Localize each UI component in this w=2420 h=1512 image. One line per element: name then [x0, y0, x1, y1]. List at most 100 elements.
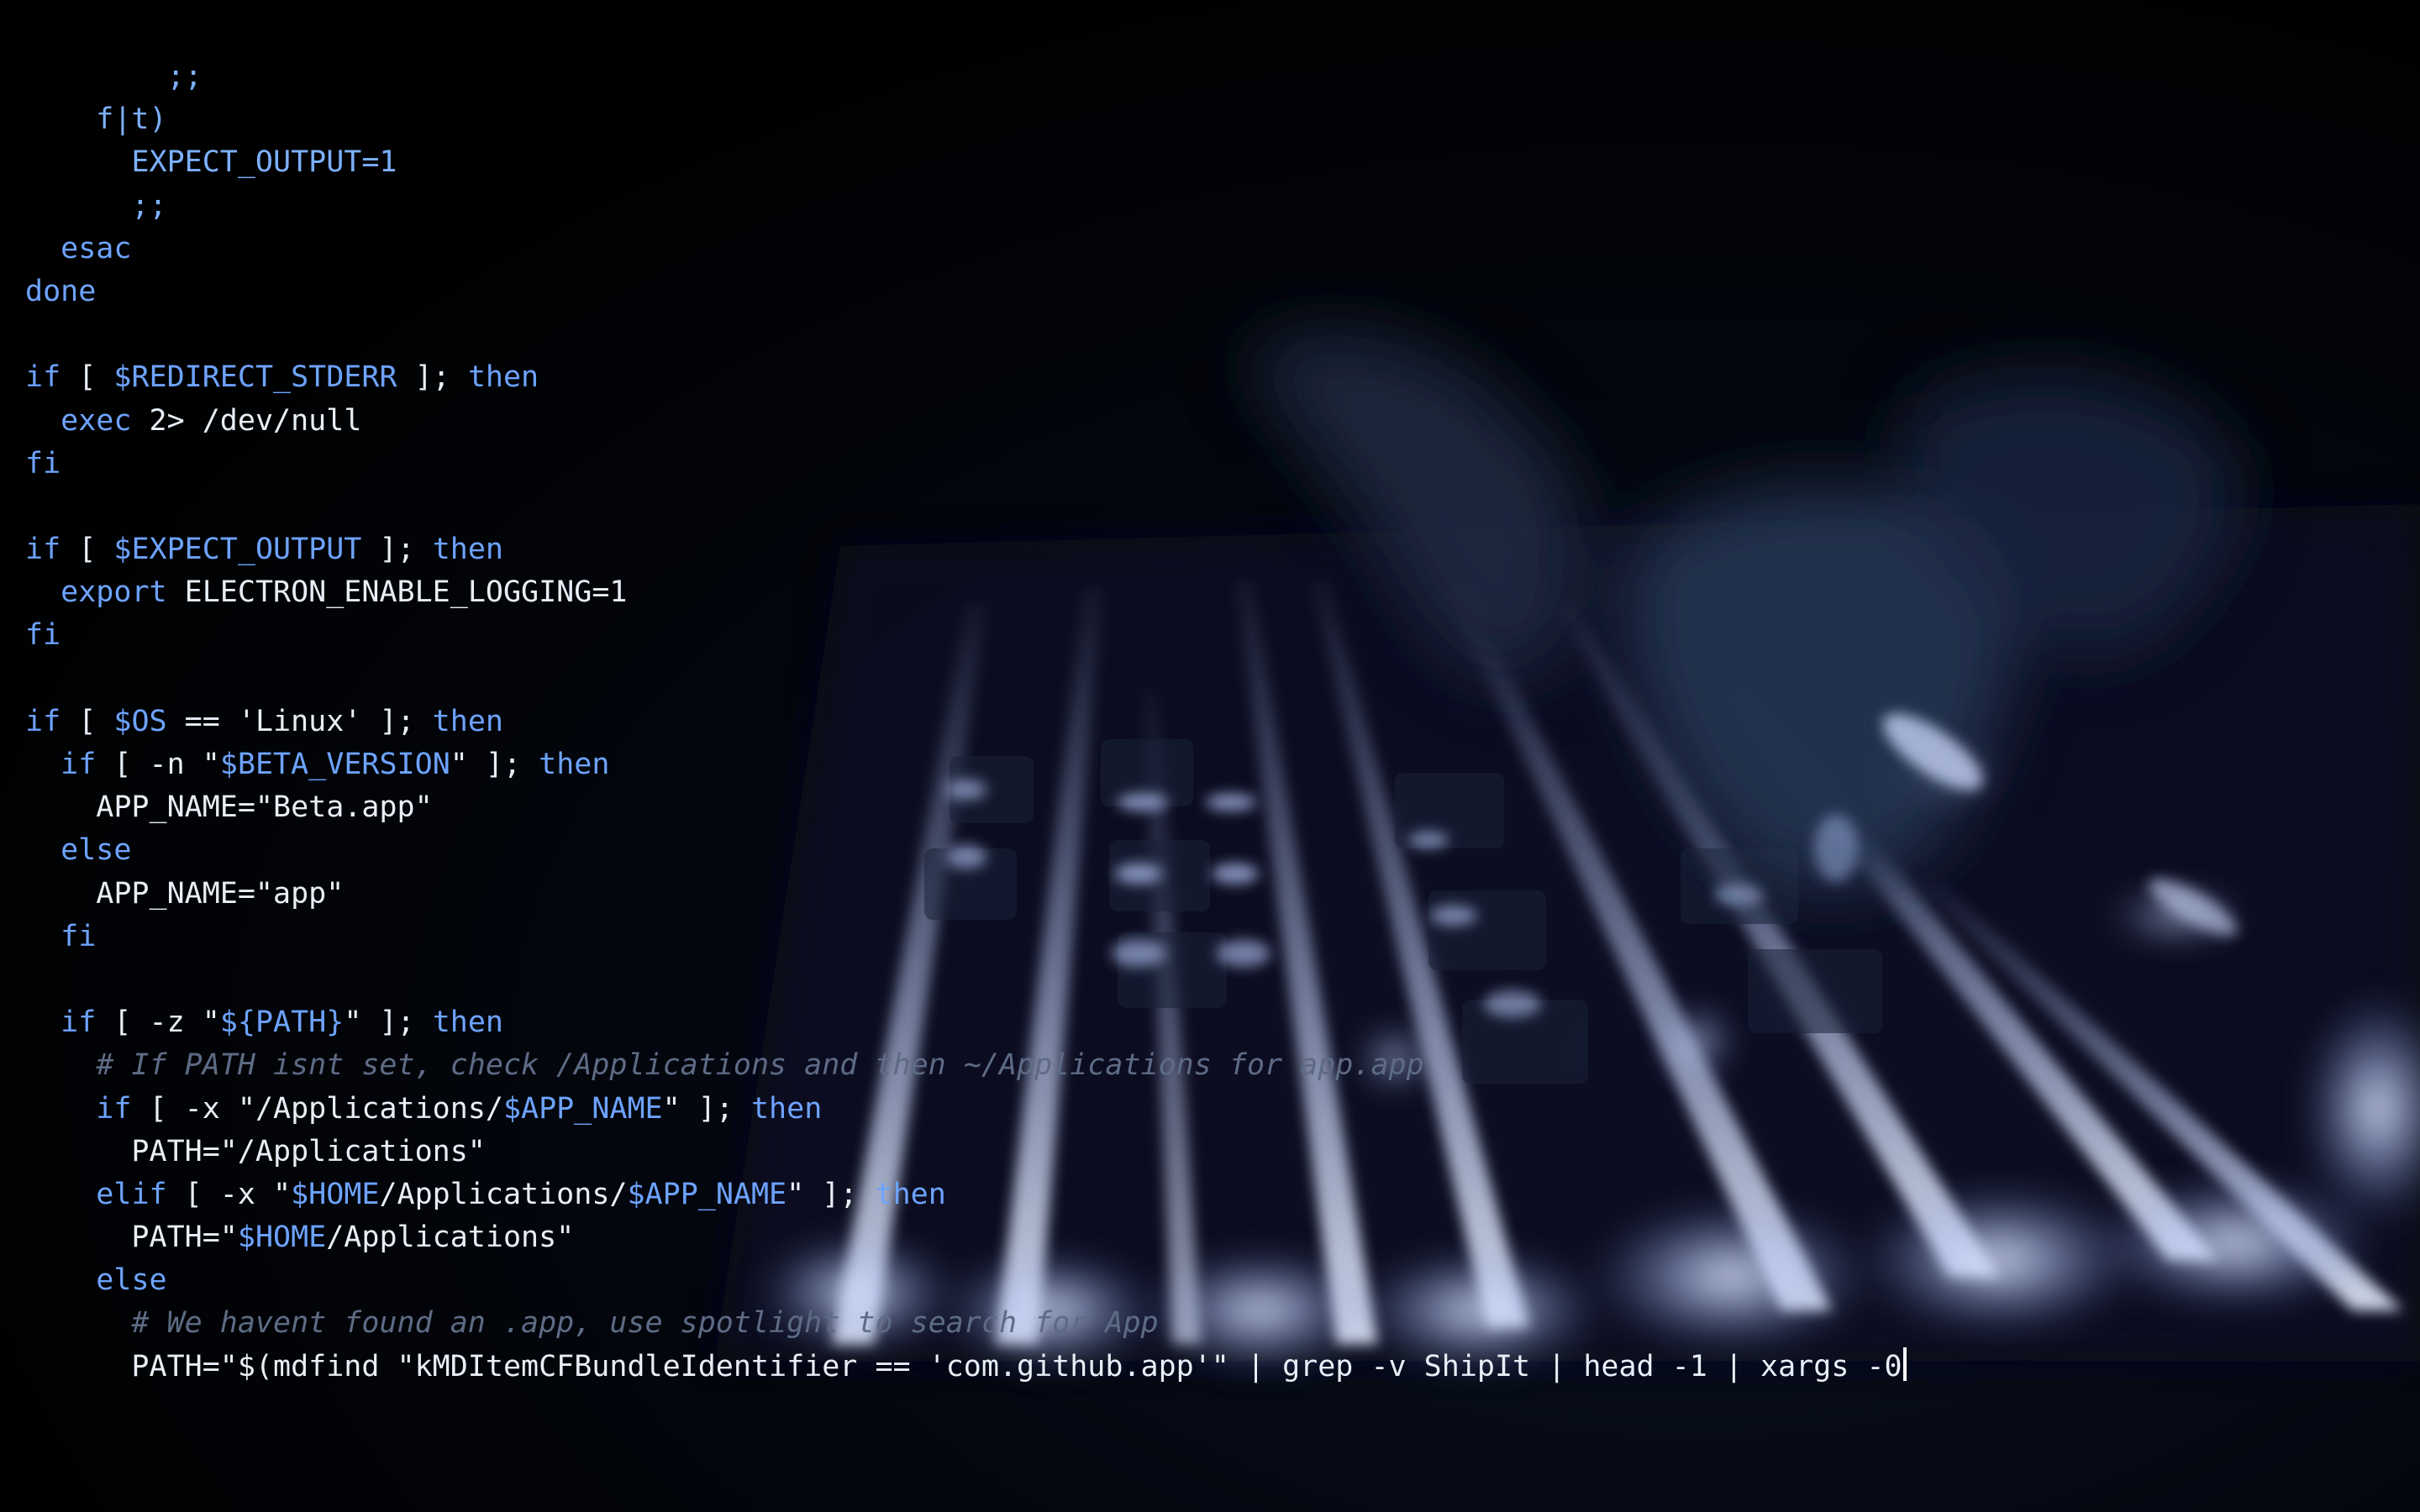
- code-variable: $BETA_VERSION: [219, 748, 450, 781]
- code-line: if [ $OS == 'Linux' ]; then: [25, 701, 1907, 743]
- code-variable: $HOME: [291, 1177, 380, 1211]
- code-text: ;;: [25, 188, 167, 223]
- code-keyword: elif: [96, 1177, 167, 1211]
- code-text: [: [60, 533, 114, 567]
- code-text: " ];: [662, 1091, 751, 1126]
- code-line: if [ -x "/Applications/$APP_NAME" ]; the…: [25, 1088, 1907, 1131]
- code-line: fi: [25, 916, 1907, 958]
- terminal-video-frame: ;; f|t) EXPECT_OUTPUT=1 ;; esac done if [ …: [0, 0, 2420, 1512]
- code-keyword: then: [432, 533, 503, 567]
- code-keyword: if: [25, 704, 61, 738]
- code-keyword: then: [539, 748, 610, 781]
- code-keyword: then: [467, 360, 539, 395]
- code-text: [ -n ": [96, 748, 220, 781]
- code-comment: # We havent found an .app, use spotlight…: [25, 1306, 1159, 1341]
- code-line: EXPECT_OUTPUT=1: [25, 141, 1907, 184]
- code-line: # We havent found an .app, use spotlight…: [25, 1302, 1907, 1345]
- code-keyword: then: [875, 1177, 946, 1211]
- code-line: else: [25, 829, 1907, 872]
- code-text: PATH="$(mdfind "kMDItemCFBundleIdentifie…: [25, 1349, 1902, 1383]
- code-line: ;;: [25, 55, 1907, 98]
- code-keyword: else: [60, 833, 132, 868]
- code-keyword: then: [432, 1005, 503, 1040]
- code-line: fi: [25, 614, 1907, 657]
- code-text: " ];: [450, 748, 539, 781]
- code-line: f|t): [25, 98, 1907, 141]
- code-text: 2> /dev/null: [131, 403, 362, 438]
- code-keyword: if: [60, 1005, 97, 1040]
- code-keyword: esac: [25, 231, 132, 265]
- code-text: [ -z ": [96, 1005, 220, 1040]
- shell-script-code: ;; f|t) EXPECT_OUTPUT=1 ;; esac done if [ …: [25, 55, 1907, 1389]
- code-keyword: done: [25, 274, 97, 308]
- code-keyword: then: [432, 704, 503, 738]
- code-keyword: if: [25, 533, 61, 567]
- code-text: [ -x ": [166, 1177, 292, 1211]
- code-text: /Applications/: [379, 1177, 628, 1211]
- code-line: # If PATH isnt set, check /Applications …: [25, 1044, 1907, 1087]
- code-line: if [ $EXPECT_OUTPUT ]; then: [25, 528, 1907, 571]
- code-comment: # If PATH isnt set, check /Applications …: [25, 1048, 1424, 1083]
- code-line: if [ -z "${PATH}" ]; then: [25, 1001, 1907, 1044]
- code-line: export ELECTRON_ENABLE_LOGGING=1: [25, 571, 1907, 614]
- code-keyword: else: [96, 1263, 167, 1298]
- code-line: PATH="$HOME/Applications": [25, 1216, 1907, 1259]
- code-text: [: [60, 704, 114, 738]
- code-line: elif [ -x "$HOME/Applications/$APP_NAME"…: [25, 1173, 1907, 1216]
- code-variable: $OS: [113, 704, 167, 738]
- code-text: " ];: [344, 1005, 433, 1040]
- code-text: APP_NAME="app": [25, 876, 345, 911]
- code-line: PATH="$(mdfind "kMDItemCFBundleIdentifie…: [25, 1346, 1907, 1389]
- code-text: " ];: [786, 1177, 876, 1211]
- code-text: PATH=": [25, 1221, 238, 1255]
- code-text: f|t): [25, 102, 167, 137]
- code-variable: $APP_NAME: [627, 1177, 787, 1211]
- code-text: EXPECT_OUTPUT=1: [25, 145, 397, 180]
- code-text: ;;: [25, 60, 203, 93]
- code-keyword: fi: [60, 919, 97, 953]
- code-line: else: [25, 1259, 1907, 1302]
- code-keyword: fi: [25, 446, 61, 480]
- code-line: if [ $REDIRECT_STDERR ]; then: [25, 356, 1907, 399]
- code-text: APP_NAME="Beta.app": [25, 790, 433, 825]
- code-keyword: if: [25, 360, 61, 395]
- code-variable: $HOME: [237, 1221, 327, 1255]
- code-variable: $REDIRECT_STDERR: [113, 360, 397, 395]
- code-line: APP_NAME="Beta.app": [25, 786, 1907, 829]
- code-keyword: exec: [60, 403, 132, 438]
- code-keyword: then: [750, 1091, 823, 1126]
- code-line: done: [25, 270, 1907, 313]
- code-text: PATH="/Applications": [25, 1134, 486, 1168]
- code-text: [ -x "/Applications/: [131, 1091, 503, 1126]
- code-text: /Applications": [326, 1221, 575, 1255]
- code-text: ];: [361, 533, 433, 567]
- code-line: if [ -n "$BETA_VERSION" ]; then: [25, 743, 1907, 786]
- code-text: ];: [397, 360, 468, 395]
- code-line: APP_NAME="app": [25, 873, 1907, 916]
- code-line: fi: [25, 443, 1907, 486]
- code-line: ;;: [25, 185, 1907, 228]
- code-keyword: export: [60, 575, 167, 610]
- code-text: == 'Linux' ];: [166, 704, 433, 738]
- code-keyword: if: [96, 1091, 132, 1126]
- code-line: esac: [25, 228, 1907, 270]
- code-line: exec 2> /dev/null: [25, 400, 1907, 443]
- code-line: PATH="/Applications": [25, 1131, 1907, 1173]
- code-variable: ${PATH}: [219, 1005, 345, 1040]
- code-variable: $EXPECT_OUTPUT: [113, 533, 362, 567]
- text-cursor: [1902, 1347, 1907, 1381]
- code-text: ELECTRON_ENABLE_LOGGING=1: [166, 575, 628, 610]
